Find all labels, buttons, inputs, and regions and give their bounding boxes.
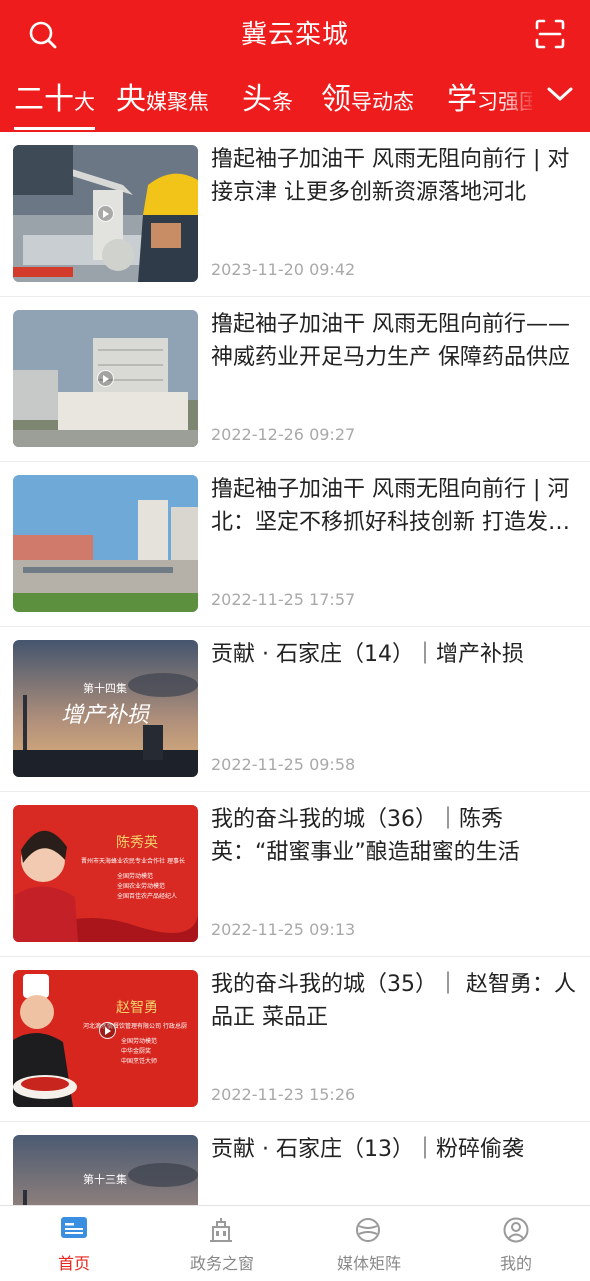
thumbnail-caption: 晋州市天海蜂业农民专业合作社 理事长: [81, 857, 185, 865]
thumbnail-caption: 赵智勇: [116, 1000, 158, 1016]
app-header: 冀云栾城: [0, 0, 590, 70]
news-title: 我的奋斗我的城（36）｜陈秀英：“甜蜜事业”酿造甜蜜的生活: [211, 807, 520, 865]
thumbnail-caption: 增产补损: [61, 703, 151, 728]
tab-lingdao-dongtai[interactable]: 领导动态: [321, 80, 414, 120]
tab-toutiao[interactable]: 头条: [242, 80, 293, 120]
channel-tabs: 二十大 央媒聚焦 头条 领导动态 学习强国: [0, 70, 590, 132]
news-item[interactable]: 撸起袖子加油干 风雨无阻向前行——神威药业开足马力生产 保障药品供应 2022-…: [0, 297, 590, 462]
active-tab-indicator: [14, 127, 95, 130]
thumbnail-caption: 全国劳动模范: [117, 872, 153, 880]
government-building-icon: [210, 1218, 232, 1242]
news-title: 撸起袖子加油干 风雨无阻向前行——神威药业开足马力生产 保障药品供应: [211, 312, 570, 370]
thumbnail-caption: 第十三集: [83, 1172, 127, 1186]
news-thumbnail: 第十四集 增产补损: [13, 640, 198, 777]
tab-profile[interactable]: 我的: [442, 1206, 590, 1281]
thumbnail-caption: 全国百佳农产品经纪人: [117, 892, 177, 900]
news-item[interactable]: 撸起袖子加油干 风雨无阻向前行 | 对接京津 让更多创新资源落地河北 2023-…: [0, 132, 590, 297]
news-timestamp: 2022-12-26 09:27: [211, 425, 356, 444]
news-item[interactable]: 撸起袖子加油干 风雨无阻向前行 | 河北：坚定不移抓好科技创新 打造发展新引擎 …: [0, 462, 590, 627]
tab-media-matrix[interactable]: 媒体矩阵: [295, 1206, 443, 1281]
news-timestamp: 2023-11-20 09:42: [211, 260, 356, 279]
tab-media-matrix-label: 媒体矩阵: [336, 1254, 401, 1273]
thumbnail-caption: 全国农业劳动模范: [117, 882, 165, 890]
app-title: 冀云栾城: [240, 20, 349, 50]
news-item[interactable]: 第十三集 贡献 · 石家庄（13）｜粉碎偷袭: [0, 1122, 590, 1205]
play-icon: [97, 205, 114, 222]
thumbnail-caption: 全国劳动模范: [121, 1037, 157, 1045]
thumbnail-caption: 第十四集: [83, 681, 127, 695]
tab-more-button[interactable]: [532, 70, 590, 132]
profile-icon: [503, 1217, 529, 1243]
tab-government-label: 政务之窗: [189, 1254, 254, 1273]
scan-icon[interactable]: [534, 18, 566, 50]
tab-government[interactable]: 政务之窗: [148, 1206, 296, 1281]
news-thumbnail: 第十三集: [13, 1135, 198, 1205]
tab-yangmei-jujiao[interactable]: 央媒聚焦: [116, 80, 209, 120]
news-title: 撸起袖子加油干 风雨无阻向前行 | 河北：坚定不移抓好科技创新 打造发展新引擎: [211, 477, 570, 535]
tab-home-label: 首页: [57, 1254, 90, 1273]
tab-profile-label: 我的: [499, 1254, 532, 1273]
news-item[interactable]: 第十四集 增产补损 贡献 · 石家庄（14）｜增产补损 2022-11-25 0…: [0, 627, 590, 792]
news-item[interactable]: 赵智勇 河北滴水情餐饮管理有限公司 行政总厨 全国劳动模范 中华金厨奖 中国烹饪…: [0, 957, 590, 1122]
news-timestamp: 2022-11-25 17:57: [211, 590, 356, 609]
thumbnail-caption: 陈秀英: [116, 834, 158, 851]
thumbnail-caption: 中华金厨奖: [121, 1047, 151, 1055]
news-timestamp: 2022-11-25 09:58: [211, 755, 356, 774]
news-timestamp: 2022-11-25 09:13: [211, 920, 356, 939]
news-feed: 撸起袖子加油干 风雨无阻向前行 | 对接京津 让更多创新资源落地河北 2023-…: [0, 132, 590, 1205]
news-title: 我的奋斗我的城（35）｜ 赵智勇：人品正 菜品正: [211, 972, 576, 1030]
news-thumbnail: [13, 145, 198, 282]
chevron-down-icon: [547, 87, 573, 101]
news-title: 撸起袖子加油干 风雨无阻向前行 | 对接京津 让更多创新资源落地河北: [211, 147, 570, 205]
bottom-tab-bar: 首页 政务之窗 媒体矩阵 我的: [0, 1205, 590, 1280]
news-title: 贡献 · 石家庄（14）｜增产补损: [211, 642, 524, 667]
news-thumbnail: 陈秀英 晋州市天海蜂业农民专业合作社 理事长 全国劳动模范 全国农业劳动模范 全…: [13, 805, 198, 942]
news-thumbnail: [13, 310, 198, 447]
news-thumbnail: [13, 475, 198, 612]
tab-home[interactable]: 首页: [0, 1206, 148, 1281]
media-matrix-icon: [356, 1218, 380, 1242]
home-icon: [61, 1217, 87, 1238]
news-title: 贡献 · 石家庄（13）｜粉碎偷袭: [211, 1137, 524, 1162]
thumbnail-caption: 中国烹饪大师: [121, 1057, 157, 1065]
play-icon: [97, 370, 114, 387]
play-icon: [99, 1022, 116, 1039]
news-timestamp: 2022-11-23 15:26: [211, 1085, 356, 1104]
news-item[interactable]: 陈秀英 晋州市天海蜂业农民专业合作社 理事长 全国劳动模范 全国农业劳动模范 全…: [0, 792, 590, 957]
tab-ershida[interactable]: 二十大: [14, 80, 95, 130]
news-thumbnail: 赵智勇 河北滴水情餐饮管理有限公司 行政总厨 全国劳动模范 中华金厨奖 中国烹饪…: [13, 970, 198, 1107]
